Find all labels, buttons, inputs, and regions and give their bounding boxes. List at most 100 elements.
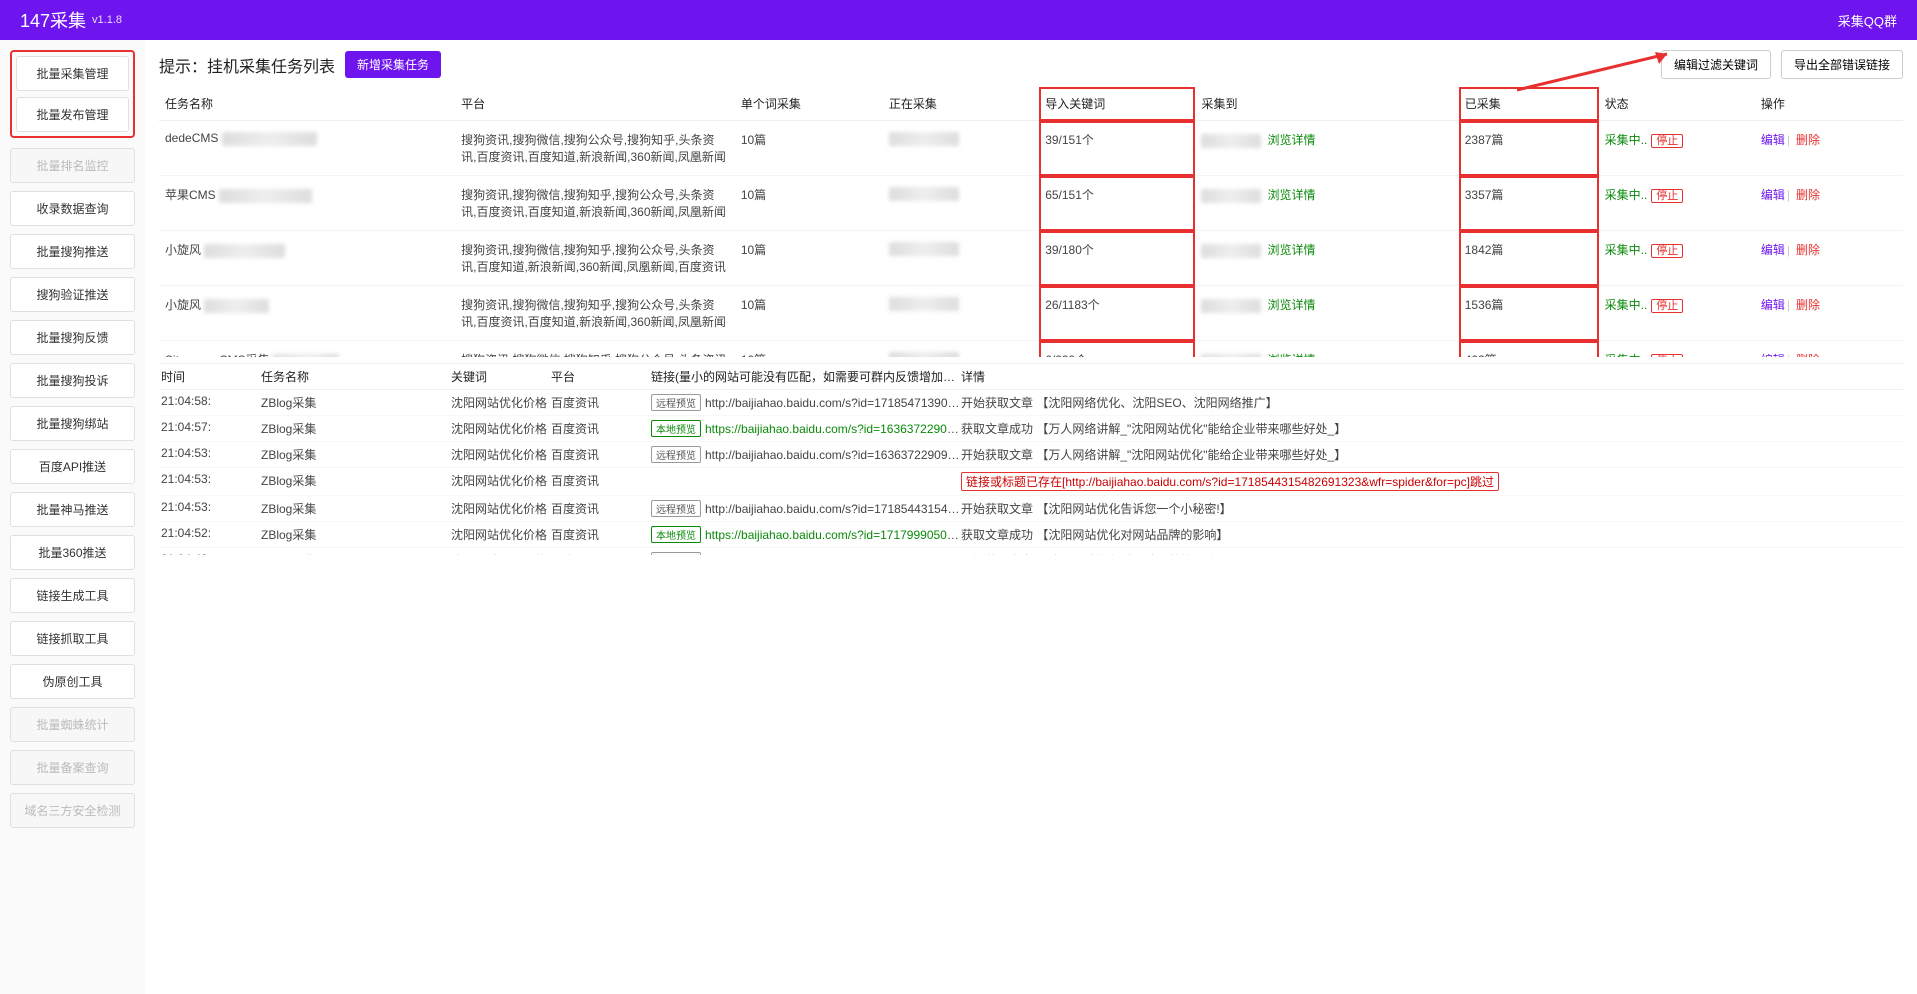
log-platform: 百度资讯 bbox=[551, 500, 651, 517]
lh-time: 时间 bbox=[161, 368, 261, 385]
local-preview-tag[interactable]: 本地预览 bbox=[651, 420, 701, 437]
edit-link[interactable]: 编辑 bbox=[1761, 188, 1785, 202]
cell-single: 10篇 bbox=[735, 121, 883, 176]
log-task: ZBlog采集 bbox=[261, 446, 451, 463]
page-title: 提示：挂机采集任务列表 bbox=[159, 53, 335, 77]
task-row: 小旋风 搜狗资讯,搜狗微信,搜狗知乎,搜狗公众号,头条资讯,百度资讯,百度知道,… bbox=[159, 286, 1903, 341]
sidebar-item-14: 批量备案查询 bbox=[10, 750, 135, 785]
cell-collecting bbox=[883, 341, 1039, 358]
browse-detail-link[interactable]: 浏览详情 bbox=[1267, 353, 1315, 357]
cell-status: 采集中..停止 bbox=[1599, 286, 1755, 341]
edit-link[interactable]: 编辑 bbox=[1761, 243, 1785, 257]
cell-ops: 编辑|删除 bbox=[1755, 121, 1903, 176]
task-row: 小旋风 搜狗资讯,搜狗微信,搜狗知乎,搜狗公众号,头条资讯,百度知道,新浪新闻,… bbox=[159, 231, 1903, 286]
log-row: 21:04:58:ZBlog采集沈阳网站优化价格百度资讯远程预览http://b… bbox=[159, 390, 1903, 416]
edit-link[interactable]: 编辑 bbox=[1761, 353, 1785, 357]
cell-keywords: 6/239个 bbox=[1039, 341, 1195, 358]
log-link: 本地预览https://baijiahao.baidu.com/s?id=163… bbox=[651, 420, 961, 437]
cell-name: dedeCMS bbox=[159, 121, 455, 176]
sidebar-item-publish-manage[interactable]: 批量发布管理 bbox=[16, 97, 129, 132]
sidebar-item-7[interactable]: 百度API推送 bbox=[10, 449, 135, 484]
log-hscroll[interactable] bbox=[159, 555, 1903, 569]
cell-to: 浏览详情 bbox=[1195, 176, 1458, 231]
sidebar-item-0: 批量排名监控 bbox=[10, 148, 135, 183]
sidebar-item-4[interactable]: 批量搜狗反馈 bbox=[10, 320, 135, 355]
sidebar-item-6[interactable]: 批量搜狗绑站 bbox=[10, 406, 135, 441]
lh-link: 链接(量小的网站可能没有匹配，如需要可群内反馈增加规则) bbox=[651, 368, 961, 385]
cell-name: 小旋风 bbox=[159, 231, 455, 286]
th-name: 任务名称 bbox=[159, 87, 455, 121]
stop-button[interactable]: 停止 bbox=[1651, 134, 1683, 148]
log-task: ZBlog采集 bbox=[261, 500, 451, 517]
log-detail: 开始获取文章 【沈阳网站优化告诉您一个小秘密!】 bbox=[961, 500, 1901, 517]
sidebar-item-collect-manage[interactable]: 批量采集管理 bbox=[16, 56, 129, 91]
cell-collected: 403篇 bbox=[1459, 341, 1599, 358]
stop-button[interactable]: 停止 bbox=[1651, 354, 1683, 357]
task-row: SiteserverCMS采集 搜狗资讯,搜狗微信,搜狗知乎,搜狗公众号,头条资… bbox=[159, 341, 1903, 358]
browse-detail-link[interactable]: 浏览详情 bbox=[1267, 243, 1315, 257]
log-keyword: 沈阳网站优化价格 bbox=[451, 446, 551, 463]
log-scroll[interactable]: 21:04:58:ZBlog采集沈阳网站优化价格百度资讯远程预览http://b… bbox=[159, 390, 1903, 555]
cell-collecting bbox=[883, 231, 1039, 286]
local-preview-tag[interactable]: 本地预览 bbox=[651, 526, 701, 543]
cell-name: SiteserverCMS采集 bbox=[159, 341, 455, 358]
sidebar-item-5[interactable]: 批量搜狗投诉 bbox=[10, 363, 135, 398]
delete-link[interactable]: 删除 bbox=[1796, 243, 1820, 257]
qq-group-link[interactable]: 采集QQ群 bbox=[1838, 11, 1897, 30]
log-platform: 百度资讯 bbox=[551, 446, 651, 463]
remote-preview-tag[interactable]: 远程预览 bbox=[651, 394, 701, 411]
remote-preview-tag[interactable]: 远程预览 bbox=[651, 500, 701, 517]
log-time: 21:04:57: bbox=[161, 420, 261, 434]
sidebar-item-10[interactable]: 链接生成工具 bbox=[10, 578, 135, 613]
sidebar-item-13: 批量蜘蛛统计 bbox=[10, 707, 135, 742]
cell-keywords: 39/180个 bbox=[1039, 231, 1195, 286]
th-platform: 平台 bbox=[455, 87, 735, 121]
th-to: 采集到 bbox=[1195, 87, 1458, 121]
sidebar-item-15: 域名三方安全检测 bbox=[10, 793, 135, 828]
lh-detail: 详情 bbox=[961, 368, 1901, 385]
cell-single: 10篇 bbox=[735, 341, 883, 358]
edit-link[interactable]: 编辑 bbox=[1761, 298, 1785, 312]
stop-button[interactable]: 停止 bbox=[1651, 244, 1683, 258]
log-link: 本地预览https://baijiahao.baidu.com/s?id=171… bbox=[651, 526, 961, 543]
delete-link[interactable]: 删除 bbox=[1796, 353, 1820, 357]
sidebar-item-2[interactable]: 批量搜狗推送 bbox=[10, 234, 135, 269]
edit-link[interactable]: 编辑 bbox=[1761, 133, 1785, 147]
delete-link[interactable]: 删除 bbox=[1796, 133, 1820, 147]
sidebar-item-12[interactable]: 伪原创工具 bbox=[10, 664, 135, 699]
th-status: 状态 bbox=[1599, 87, 1755, 121]
sidebar-item-1[interactable]: 收录数据查询 bbox=[10, 191, 135, 226]
export-errors-button[interactable]: 导出全部错误链接 bbox=[1781, 50, 1903, 79]
browse-detail-link[interactable]: 浏览详情 bbox=[1267, 298, 1315, 312]
log-task: ZBlog采集 bbox=[261, 526, 451, 543]
sidebar-item-3[interactable]: 搜狗验证推送 bbox=[10, 277, 135, 312]
sidebar-item-8[interactable]: 批量神马推送 bbox=[10, 492, 135, 527]
app-title: 147采集 bbox=[20, 7, 86, 33]
sidebar-item-11[interactable]: 链接抓取工具 bbox=[10, 621, 135, 656]
remote-preview-tag[interactable]: 远程预览 bbox=[651, 446, 701, 463]
log-row: 21:04:48:ZBlog采集沈阳网站优化价格百度资讯远程预览http://b… bbox=[159, 548, 1903, 555]
log-row: 21:04:52:ZBlog采集沈阳网站优化价格百度资讯本地预览https://… bbox=[159, 522, 1903, 548]
stop-button[interactable]: 停止 bbox=[1651, 189, 1683, 203]
new-task-button[interactable]: 新增采集任务 bbox=[345, 51, 441, 78]
delete-link[interactable]: 删除 bbox=[1796, 188, 1820, 202]
sidebar-item-9[interactable]: 批量360推送 bbox=[10, 535, 135, 570]
browse-detail-link[interactable]: 浏览详情 bbox=[1267, 133, 1315, 147]
browse-detail-link[interactable]: 浏览详情 bbox=[1267, 188, 1315, 202]
lh-task: 任务名称 bbox=[261, 368, 451, 385]
th-collected: 已采集 bbox=[1459, 87, 1599, 121]
log-link: 远程预览http://baijiahao.baidu.com/s?id=1636… bbox=[651, 446, 961, 463]
edit-filter-button[interactable]: 编辑过滤关键词 bbox=[1661, 50, 1771, 79]
cell-keywords: 26/1183个 bbox=[1039, 286, 1195, 341]
log-keyword: 沈阳网站优化价格 bbox=[451, 526, 551, 543]
stop-button[interactable]: 停止 bbox=[1651, 299, 1683, 313]
log-row: 21:04:53:ZBlog采集沈阳网站优化价格百度资讯链接或标题已存在[htt… bbox=[159, 468, 1903, 496]
log-time: 21:04:53: bbox=[161, 500, 261, 514]
log-keyword: 沈阳网站优化价格 bbox=[451, 394, 551, 411]
log-time: 21:04:53: bbox=[161, 446, 261, 460]
delete-link[interactable]: 删除 bbox=[1796, 298, 1820, 312]
log-keyword: 沈阳网站优化价格 bbox=[451, 500, 551, 517]
cell-platform: 搜狗资讯,搜狗微信,搜狗知乎,搜狗公众号,头条资讯,百度资讯,百度知道,新浪新闻… bbox=[455, 176, 735, 231]
cell-platform: 搜狗资讯,搜狗微信,搜狗知乎,搜狗公众号,头条资讯,百度知道,新浪新闻,360新… bbox=[455, 231, 735, 286]
log-link: 远程预览http://baijiahao.baidu.com/s?id=1718… bbox=[651, 394, 961, 411]
